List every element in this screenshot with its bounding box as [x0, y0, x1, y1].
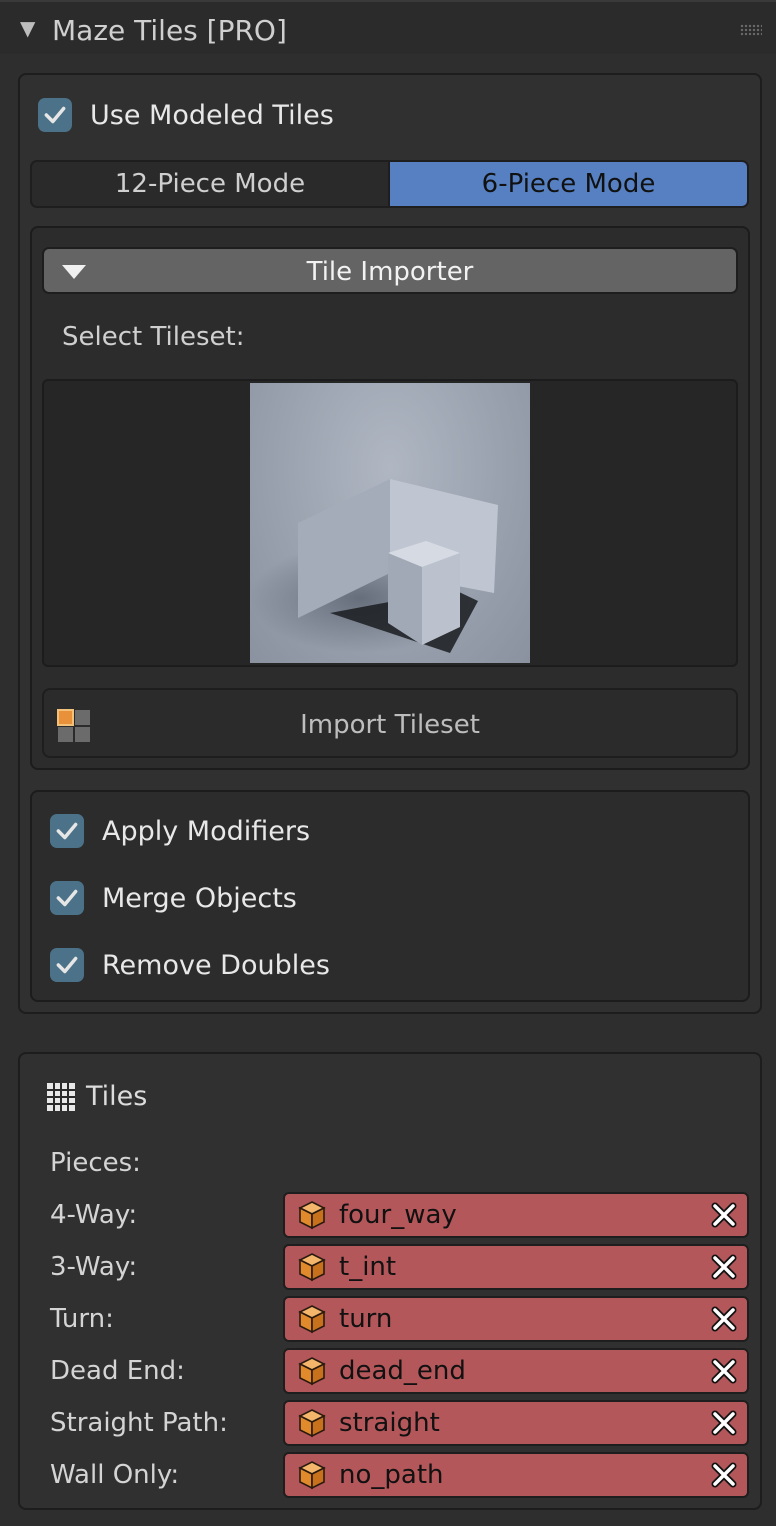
- piece-label-turn: Turn:: [50, 1304, 114, 1334]
- tileset-thumbnail[interactable]: [250, 383, 530, 663]
- object-field-straight-path[interactable]: straight: [283, 1400, 749, 1446]
- piece-label-dead-end: Dead End:: [50, 1356, 185, 1386]
- tile-importer-header[interactable]: Tile Importer: [42, 247, 738, 294]
- use-modeled-tiles-checkbox[interactable]: Use Modeled Tiles: [38, 98, 334, 132]
- object-field-value: four_way: [339, 1200, 457, 1230]
- checkbox-icon[interactable]: [38, 98, 72, 132]
- cube-icon: [298, 1201, 326, 1230]
- object-field-value: no_path: [339, 1460, 444, 1490]
- checkbox-icon[interactable]: [50, 948, 84, 982]
- piece-label-4-way: 4-Way:: [50, 1200, 138, 1230]
- remove-doubles-label: Remove Doubles: [102, 949, 330, 981]
- select-tileset-label: Select Tileset:: [62, 322, 245, 352]
- clear-x-icon[interactable]: [707, 1354, 741, 1388]
- object-field-turn[interactable]: turn: [283, 1296, 749, 1342]
- cube-icon: [298, 1461, 326, 1490]
- remove-doubles-checkbox[interactable]: Remove Doubles: [50, 948, 330, 982]
- object-field-dead-end[interactable]: dead_end: [283, 1348, 749, 1394]
- piece-label-3-way: 3-Way:: [50, 1252, 138, 1282]
- cube-icon: [298, 1409, 326, 1438]
- merge-objects-label: Merge Objects: [102, 882, 297, 914]
- object-field-4-way[interactable]: four_way: [283, 1192, 749, 1238]
- cube-icon: [298, 1253, 326, 1282]
- apply-modifiers-checkbox[interactable]: Apply Modifiers: [50, 814, 310, 848]
- checkbox-icon[interactable]: [50, 881, 84, 915]
- tiles-title: Tiles: [86, 1081, 148, 1112]
- grid-icon: [47, 1083, 75, 1111]
- use-modeled-tiles-label: Use Modeled Tiles: [90, 99, 334, 131]
- object-field-value: straight: [339, 1408, 440, 1438]
- checkbox-icon[interactable]: [50, 814, 84, 848]
- drag-grip-icon[interactable]: [740, 24, 762, 36]
- object-field-value: turn: [339, 1304, 393, 1334]
- clear-x-icon[interactable]: [707, 1302, 741, 1336]
- clear-x-icon[interactable]: [707, 1458, 741, 1492]
- piece-label-wall-only: Wall Only:: [50, 1460, 180, 1490]
- pieces-label: Pieces:: [50, 1148, 141, 1178]
- clear-x-icon[interactable]: [707, 1198, 741, 1232]
- object-field-value: dead_end: [339, 1356, 466, 1386]
- object-field-value: t_int: [339, 1252, 397, 1282]
- cube-icon: [298, 1357, 326, 1386]
- panel-title: Maze Tiles [PRO]: [52, 14, 287, 47]
- import-tileset-label: Import Tileset: [300, 710, 480, 740]
- cube-icon: [298, 1305, 326, 1334]
- merge-objects-checkbox[interactable]: Merge Objects: [50, 881, 297, 915]
- clear-x-icon[interactable]: [707, 1250, 741, 1284]
- import-tileset-button[interactable]: Import Tileset: [42, 688, 738, 758]
- mode-12-piece-button[interactable]: 12-Piece Mode: [30, 160, 390, 208]
- object-field-wall-only[interactable]: no_path: [283, 1452, 749, 1498]
- collapse-arrow-icon[interactable]: ▼: [20, 16, 35, 40]
- apply-modifiers-label: Apply Modifiers: [102, 815, 311, 847]
- tile-importer-title: Tile Importer: [306, 257, 474, 287]
- mode-6-piece-button[interactable]: 6-Piece Mode: [388, 160, 749, 208]
- piece-label-straight-path: Straight Path:: [50, 1408, 228, 1438]
- object-field-3-way[interactable]: t_int: [283, 1244, 749, 1290]
- panel-header[interactable]: ▼ Maze Tiles [PRO]: [0, 0, 776, 54]
- clear-x-icon[interactable]: [707, 1406, 741, 1440]
